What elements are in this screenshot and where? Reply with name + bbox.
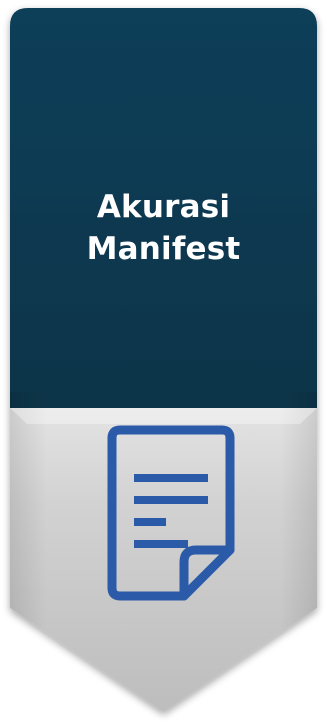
title-line-1: Akurasi [96,189,231,225]
metric-card: Akurasi Manifest [0,0,327,725]
title-line-2: Manifest [86,231,241,267]
card-shape [10,8,317,712]
card-title: Akurasi Manifest [0,186,327,270]
document-icon [107,425,235,601]
